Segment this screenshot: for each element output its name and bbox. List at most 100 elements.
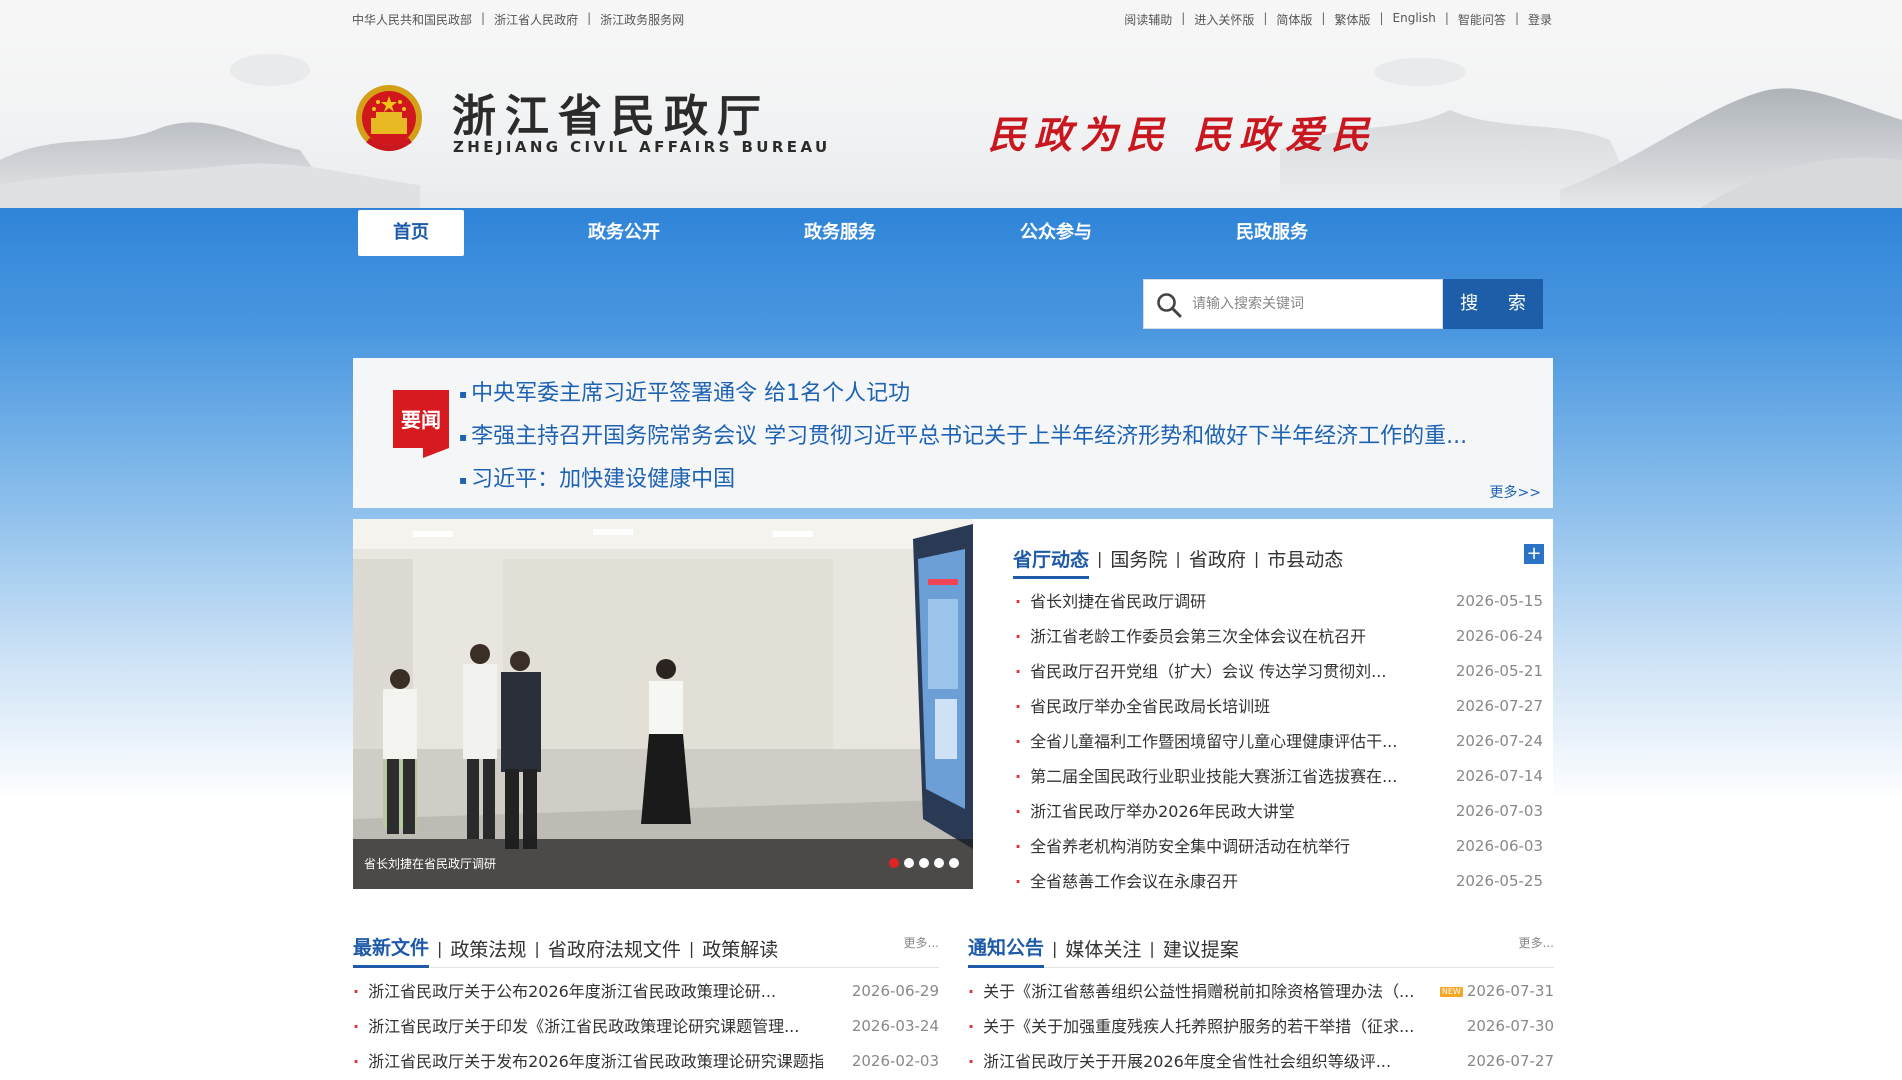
news-date: 2026-07-24 xyxy=(1455,732,1543,750)
tab-media-attention[interactable]: 媒体关注 xyxy=(1065,935,1141,962)
site-header: 中华人民共和国民政部 | 浙江省人民政府 | 浙江政务服务网 阅读辅助 | 进入… xyxy=(0,0,1902,208)
headline-list: 中央军委主席习近平签署通令 给1名个人记功 李强主持召开国务院常务会议 学习贯彻… xyxy=(459,372,1467,501)
files-list: 浙江省民政厅关于公布2026年度浙江省民政政策理论研...2026-06-29 … xyxy=(353,974,939,1079)
slogan: 民政为民 民政爱民 xyxy=(988,112,1378,157)
slider-dot[interactable] xyxy=(904,858,914,868)
news-title[interactable]: 省长刘捷在省民政厅调研 xyxy=(1013,584,1206,619)
tab-provincial-regulations[interactable]: 省政府法规文件 xyxy=(548,935,681,962)
notice-row[interactable]: 关于《关于加强重度残疾人托养照护服务的若干举措（征求... 2026-07-30 xyxy=(968,1009,1554,1044)
slider-dot[interactable] xyxy=(934,858,944,868)
news-title[interactable]: 省民政厅举办全省民政局长培训班 xyxy=(1013,689,1270,724)
news-more-plus-button[interactable]: + xyxy=(1524,544,1544,564)
notice-title[interactable]: 关于《关于加强重度残疾人托养照护服务的若干举措（征求... xyxy=(968,1009,1414,1044)
slider-dot[interactable] xyxy=(919,858,929,868)
news-date: 2026-05-15 xyxy=(1455,592,1543,610)
slider-dot[interactable] xyxy=(949,858,959,868)
nav-home[interactable]: 首页 xyxy=(358,210,464,256)
link-care-version[interactable]: 进入关怀版 xyxy=(1194,11,1254,28)
notice-list: 关于《浙江省慈善组织公益性捐赠税前扣除资格管理办法（...NEW2026-07-… xyxy=(968,974,1554,1079)
slider-dots xyxy=(889,858,959,868)
link-traditional[interactable]: 繁体版 xyxy=(1334,11,1370,28)
tab-city-county-news[interactable]: 市县动态 xyxy=(1267,545,1343,572)
nav-gov-affairs-open[interactable]: 政务公开 xyxy=(554,210,694,256)
notice-more-link[interactable]: 更多... xyxy=(1519,934,1554,951)
file-row[interactable]: 浙江省民政厅关于公布2026年度浙江省民政政策理论研... 2026-06-29 xyxy=(353,974,939,1009)
notice-row[interactable]: 浙江省民政厅关于开展2026年度全省性社会组织等级评... 2026-07-27 xyxy=(968,1044,1554,1079)
news-date: 2026-05-25 xyxy=(1455,872,1543,890)
tab-department-news[interactable]: 省厅动态 xyxy=(1013,545,1090,579)
nav-gov-services[interactable]: 政务服务 xyxy=(770,210,910,256)
link-smart-qa[interactable]: 智能问答 xyxy=(1458,11,1506,28)
file-title[interactable]: 浙江省民政厅关于印发《浙江省民政政策理论研究课题管理... xyxy=(353,1009,799,1044)
news-row[interactable]: 浙江省老龄工作委员会第三次全体会议在杭召开 2026-06-24 xyxy=(1013,619,1543,654)
file-title[interactable]: 浙江省民政厅关于发布2026年度浙江省民政政策理论研究课题指... xyxy=(353,1044,823,1079)
notice-column: 通知公告 | 媒体关注 | 建议提案 更多... 关于《浙江省慈善组织公益性捐赠… xyxy=(968,930,1554,1079)
news-title[interactable]: 浙江省老龄工作委员会第三次全体会议在杭召开 xyxy=(1013,619,1366,654)
slider-dot[interactable] xyxy=(889,858,899,868)
files-more-link[interactable]: 更多... xyxy=(904,934,939,951)
link-reading-assist[interactable]: 阅读辅助 xyxy=(1124,11,1172,28)
headline-item[interactable]: 习近平：加快建设健康中国 xyxy=(459,458,1467,501)
link-login[interactable]: 登录 xyxy=(1528,11,1552,28)
news-row[interactable]: 全省慈善工作会议在永康召开 2026-05-25 xyxy=(1013,864,1543,899)
news-title[interactable]: 第二届全国民政行业职业技能大赛浙江省选拔赛在... xyxy=(1013,759,1397,794)
headline-badge: 要闻 xyxy=(393,390,449,458)
headline-more-link[interactable]: 更多>> xyxy=(1490,482,1541,502)
link-zhejiang-service[interactable]: 浙江政务服务网 xyxy=(600,11,684,28)
headline-item[interactable]: 李强主持召开国务院常务会议 学习贯彻习近平总书记关于上半年经济形势和做好下半年经… xyxy=(459,415,1467,458)
search-button[interactable]: 搜 索 xyxy=(1443,279,1543,329)
news-date: 2026-07-27 xyxy=(1455,697,1543,715)
link-english[interactable]: English xyxy=(1393,11,1436,28)
notice-title[interactable]: 浙江省民政厅关于开展2026年度全省性社会组织等级评... xyxy=(968,1044,1391,1079)
news-title[interactable]: 省民政厅召开党组（扩大）会议 传达学习贯彻刘... xyxy=(1013,654,1386,689)
news-row[interactable]: 全省儿童福利工作暨困境留守儿童心理健康评估干... 2026-07-24 xyxy=(1013,724,1543,759)
slide-photo xyxy=(353,519,973,889)
notice-title[interactable]: 关于《浙江省慈善组织公益性捐赠税前扣除资格管理办法（... xyxy=(968,974,1414,1009)
files-tabs: 最新文件 | 政策法规 | 省政府法规文件 | 政策解读 更多... xyxy=(353,930,939,968)
news-row[interactable]: 第二届全国民政行业职业技能大赛浙江省选拔赛在... 2026-07-14 xyxy=(1013,759,1543,794)
mountain-banner-image xyxy=(0,54,1902,208)
tab-policy-interpretation[interactable]: 政策解读 xyxy=(702,935,778,962)
tab-state-council[interactable]: 国务院 xyxy=(1110,545,1167,572)
news-row[interactable]: 省民政厅召开党组（扩大）会议 传达学习贯彻刘... 2026-05-21 xyxy=(1013,654,1543,689)
link-ministry-civil-affairs[interactable]: 中华人民共和国民政部 xyxy=(352,11,472,28)
tab-policy-regulations[interactable]: 政策法规 xyxy=(450,935,526,962)
search-input[interactable] xyxy=(1192,280,1436,328)
news-row[interactable]: 浙江省民政厅举办2026年民政大讲堂 2026-07-03 xyxy=(1013,794,1543,829)
headline-item[interactable]: 中央军委主席习近平签署通令 给1名个人记功 xyxy=(459,372,1467,415)
notice-date: 2026-07-30 xyxy=(1466,1017,1554,1035)
nav-civil-services[interactable]: 民政服务 xyxy=(1202,210,1342,256)
link-zhejiang-gov[interactable]: 浙江省人民政府 xyxy=(494,11,578,28)
file-row[interactable]: 浙江省民政厅关于印发《浙江省民政政策理论研究课题管理... 2026-03-24 xyxy=(353,1009,939,1044)
news-title[interactable]: 浙江省民政厅举办2026年民政大讲堂 xyxy=(1013,794,1295,829)
file-row[interactable]: 浙江省民政厅关于发布2026年度浙江省民政政策理论研究课题指... 2026-02… xyxy=(353,1044,939,1079)
news-title[interactable]: 全省儿童福利工作暨困境留守儿童心理健康评估干... xyxy=(1013,724,1397,759)
site-title-cn[interactable]: 浙江省民政厅 xyxy=(452,80,770,144)
tab-provincial-gov[interactable]: 省政府 xyxy=(1189,545,1246,572)
headline-news-box: 要闻 中央军委主席习近平签署通令 给1名个人记功 李强主持召开国务院常务会议 学… xyxy=(353,358,1553,508)
tab-proposals[interactable]: 建议提案 xyxy=(1163,935,1239,962)
news-title[interactable]: 全省慈善工作会议在永康召开 xyxy=(1013,864,1238,899)
utility-links: 阅读辅助 | 进入关怀版 | 简体版 | 繁体版 | English | 智能问… xyxy=(1124,11,1552,28)
national-emblem-logo[interactable] xyxy=(354,82,424,158)
news-row[interactable]: 全省养老机构消防安全集中调研活动在杭举行 2026-06-03 xyxy=(1013,829,1543,864)
news-date: 2026-07-14 xyxy=(1455,767,1543,785)
photo-slider[interactable]: 省长刘捷在省民政厅调研 xyxy=(353,519,973,889)
file-title[interactable]: 浙江省民政厅关于公布2026年度浙江省民政政策理论研... xyxy=(353,974,776,1009)
nav-public-participation[interactable]: 公众参与 xyxy=(986,210,1126,256)
link-simplified[interactable]: 简体版 xyxy=(1276,11,1312,28)
file-date: 2026-02-03 xyxy=(851,1052,939,1070)
search-field-wrapper xyxy=(1143,279,1443,329)
tab-notices[interactable]: 通知公告 xyxy=(968,930,1045,968)
tab-latest-files[interactable]: 最新文件 xyxy=(353,930,430,968)
news-row[interactable]: 省长刘捷在省民政厅调研 2026-05-15 xyxy=(1013,584,1543,619)
slide-caption[interactable]: 省长刘捷在省民政厅调研 xyxy=(364,855,496,872)
notice-tabs: 通知公告 | 媒体关注 | 建议提案 更多... xyxy=(968,930,1554,968)
notice-date: 2026-07-31 xyxy=(1466,982,1554,1000)
news-list: 省长刘捷在省民政厅调研 2026-05-15 浙江省老龄工作委员会第三次全体会议在… xyxy=(1013,584,1543,899)
news-title[interactable]: 全省养老机构消防安全集中调研活动在杭举行 xyxy=(1013,829,1350,864)
news-row[interactable]: 省民政厅举办全省民政局长培训班 2026-07-27 xyxy=(1013,689,1543,724)
notice-row[interactable]: 关于《浙江省慈善组织公益性捐赠税前扣除资格管理办法（... NEW2026-07-… xyxy=(968,974,1554,1009)
news-date: 2026-07-03 xyxy=(1455,802,1543,820)
external-links: 中华人民共和国民政部 | 浙江省人民政府 | 浙江政务服务网 xyxy=(352,11,685,28)
